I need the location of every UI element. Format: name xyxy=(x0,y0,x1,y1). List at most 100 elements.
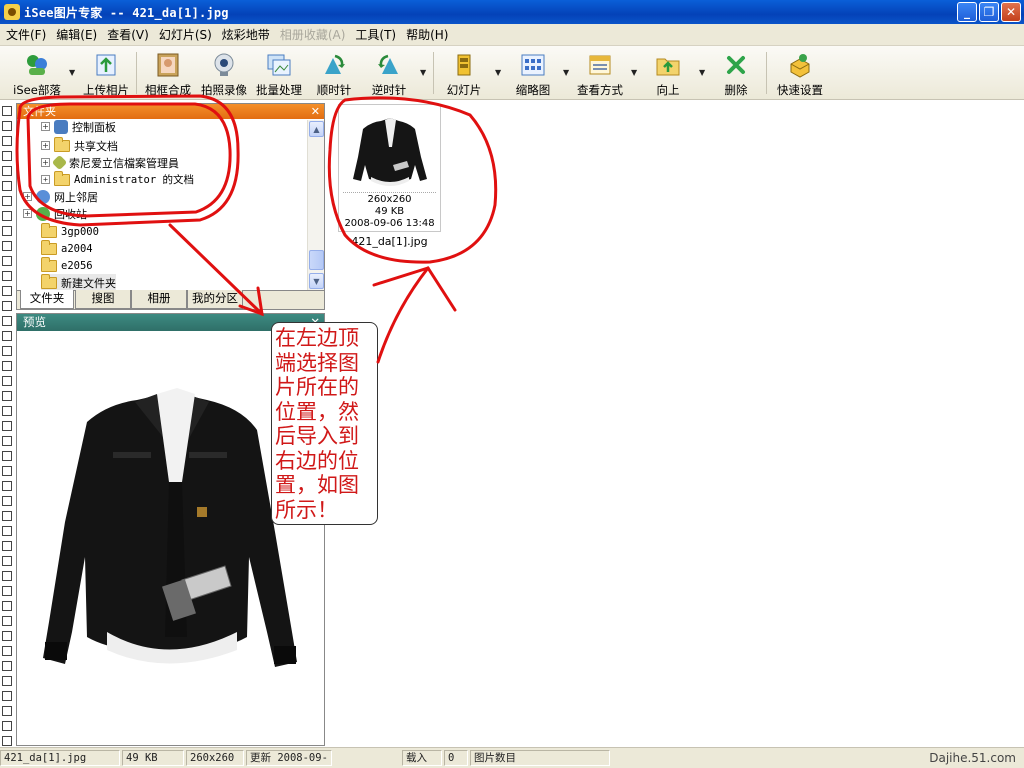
menu-slideshow[interactable]: 幻灯片(S) xyxy=(155,26,218,43)
strip-checkbox xyxy=(2,631,12,641)
menu-help[interactable]: 帮助(H) xyxy=(402,26,454,43)
close-button[interactable]: ✕ xyxy=(1001,2,1021,22)
rotate-clockwise-button[interactable]: 顺时针 xyxy=(312,48,356,98)
status-size: 49 KB xyxy=(122,750,184,766)
camera-button[interactable]: 拍照录像 xyxy=(198,48,250,98)
status-bar: 421_da[1].jpg 49 KB 260x260 更新 2008-09- … xyxy=(0,747,1024,768)
strip-checkbox xyxy=(2,721,12,731)
window-controls: _ ❐ ✕ xyxy=(957,2,1021,22)
strip-checkbox xyxy=(2,421,12,431)
menu-tools[interactable]: 工具(T) xyxy=(351,26,402,43)
upload-label: 上传相片 xyxy=(83,83,129,97)
menu-color-zone[interactable]: 炫彩地带 xyxy=(218,26,276,43)
status-updated: 更新 2008-09- xyxy=(246,750,332,766)
delete-button[interactable]: 删除 xyxy=(718,48,754,98)
annotation-callout: 在左边顶端选择图片所在的位置，然后导入到右边的位置，如图所示！ xyxy=(271,322,378,525)
thumbnail-date: 2008-09-06 13:48 xyxy=(344,218,435,229)
isee-tribe-button[interactable]: iSee部落 xyxy=(10,48,64,98)
scroll-up-icon[interactable]: ▲ xyxy=(309,121,324,137)
strip-checkbox xyxy=(2,196,12,206)
tab-my-partition[interactable]: 我的分区 xyxy=(187,290,243,309)
slideshow-button[interactable]: 幻灯片 xyxy=(444,48,484,98)
strip-checkbox xyxy=(2,736,12,746)
dropdown-arrow-icon[interactable]: ▼ xyxy=(563,68,569,77)
frame-button[interactable]: 相框合成 xyxy=(143,48,193,98)
strip-checkbox xyxy=(2,586,12,596)
dropdown-arrow-icon[interactable]: ▼ xyxy=(699,68,705,77)
upload-button[interactable]: 上传相片 xyxy=(82,48,130,98)
tree-item-network[interactable]: + 网上邻居 xyxy=(23,188,98,205)
tree-item-3gp000[interactable]: 3gp000 xyxy=(41,222,99,240)
preview-panel-title: 预览 xyxy=(23,315,46,329)
recycle-bin-icon xyxy=(36,206,50,221)
tree-item-recycle-bin[interactable]: + 回收站 xyxy=(23,205,87,222)
tree-item-admin-docs[interactable]: + Administrator 的文档 xyxy=(41,170,195,188)
expand-icon[interactable]: + xyxy=(23,209,32,218)
strip-checkbox xyxy=(2,511,12,521)
tab-search[interactable]: 搜图 xyxy=(75,290,131,309)
restore-button[interactable]: ❐ xyxy=(979,2,999,22)
folder-icon xyxy=(41,239,57,255)
tree-item-sony-ericsson[interactable]: + 索尼爱立信檔案管理員 xyxy=(41,154,179,171)
up-label: 向上 xyxy=(656,83,680,97)
expand-icon[interactable]: + xyxy=(23,192,32,201)
strip-checkbox xyxy=(2,481,12,491)
strip-checkbox xyxy=(2,271,12,281)
rotate-counterclockwise-button[interactable]: 逆时针 xyxy=(365,48,413,98)
rotate-counterclockwise-icon xyxy=(376,52,402,78)
tab-folders[interactable]: 文件夹 xyxy=(20,290,74,309)
menu-file[interactable]: 文件(F) xyxy=(2,26,52,43)
menu-album[interactable]: 相册收藏(A) xyxy=(276,26,352,43)
window-title: iSee图片专家 -- 421_da[1].jpg xyxy=(24,5,229,20)
thumbnail-view-button[interactable]: 缩略图 xyxy=(513,48,553,98)
view-mode-button[interactable]: 查看方式 xyxy=(575,48,625,98)
dropdown-arrow-icon[interactable]: ▼ xyxy=(495,68,501,77)
menu-view[interactable]: 查看(V) xyxy=(103,26,155,43)
minimize-button[interactable]: _ xyxy=(957,2,977,22)
expand-icon[interactable]: + xyxy=(41,141,50,150)
folder-tree-scrollbar[interactable]: ▲ ▼ xyxy=(307,120,324,290)
tree-item-label: 共享文档 xyxy=(74,139,118,153)
menu-edit[interactable]: 编辑(E) xyxy=(52,26,103,43)
scroll-down-icon[interactable]: ▼ xyxy=(309,273,324,289)
settings-box-icon xyxy=(787,52,813,78)
folder-panel-close-icon[interactable]: ✕ xyxy=(311,104,320,119)
people-icon xyxy=(24,52,50,78)
quick-settings-button[interactable]: 快速设置 xyxy=(774,48,826,98)
tree-item-control-panel[interactable]: + 控制面板 xyxy=(41,120,116,135)
isee-tribe-label: iSee部落 xyxy=(13,83,61,97)
thumbnail-filename[interactable]: 421_da[1].jpg xyxy=(338,235,441,248)
tree-item-label: Administrator 的文档 xyxy=(74,174,195,186)
up-button[interactable]: 向上 xyxy=(650,48,686,98)
tree-item-label: a2004 xyxy=(61,242,93,255)
expand-icon[interactable]: + xyxy=(41,122,50,131)
slideshow-icon xyxy=(451,52,477,78)
thumbnail-grid-icon xyxy=(520,52,546,78)
strip-checkbox xyxy=(2,121,12,131)
thumbnail-divider xyxy=(343,192,436,193)
thumbnail-card[interactable]: 260x260 49 KB 2008-09-06 13:48 xyxy=(338,104,441,232)
strip-checkbox xyxy=(2,151,12,161)
strip-checkbox xyxy=(2,646,12,656)
filmstrip-edge xyxy=(0,102,15,746)
tree-item-shared-docs[interactable]: + 共享文档 xyxy=(41,136,118,154)
strip-checkbox xyxy=(2,391,12,401)
delete-label: 删除 xyxy=(724,83,748,97)
dropdown-arrow-icon[interactable]: ▼ xyxy=(631,68,637,77)
expand-icon[interactable]: + xyxy=(41,175,50,184)
scrollbar-thumb[interactable] xyxy=(309,250,324,270)
strip-checkbox xyxy=(2,466,12,476)
folder-icon xyxy=(41,222,57,238)
thumbnail-image[interactable] xyxy=(343,109,436,191)
tree-item-a2004[interactable]: a2004 xyxy=(41,239,93,257)
dropdown-arrow-icon[interactable]: ▼ xyxy=(420,68,426,77)
dropdown-arrow-icon[interactable]: ▼ xyxy=(69,68,75,77)
tree-item-new-folder[interactable]: 新建文件夹 xyxy=(41,273,116,290)
expand-icon[interactable]: + xyxy=(41,158,50,167)
batch-button[interactable]: 批量处理 xyxy=(253,48,305,98)
tree-item-e2056[interactable]: e2056 xyxy=(41,256,93,274)
tab-album[interactable]: 相册 xyxy=(131,290,187,309)
thumbnail-dimensions: 260x260 xyxy=(367,194,412,205)
strip-checkbox xyxy=(2,571,12,581)
strip-checkbox xyxy=(2,346,12,356)
